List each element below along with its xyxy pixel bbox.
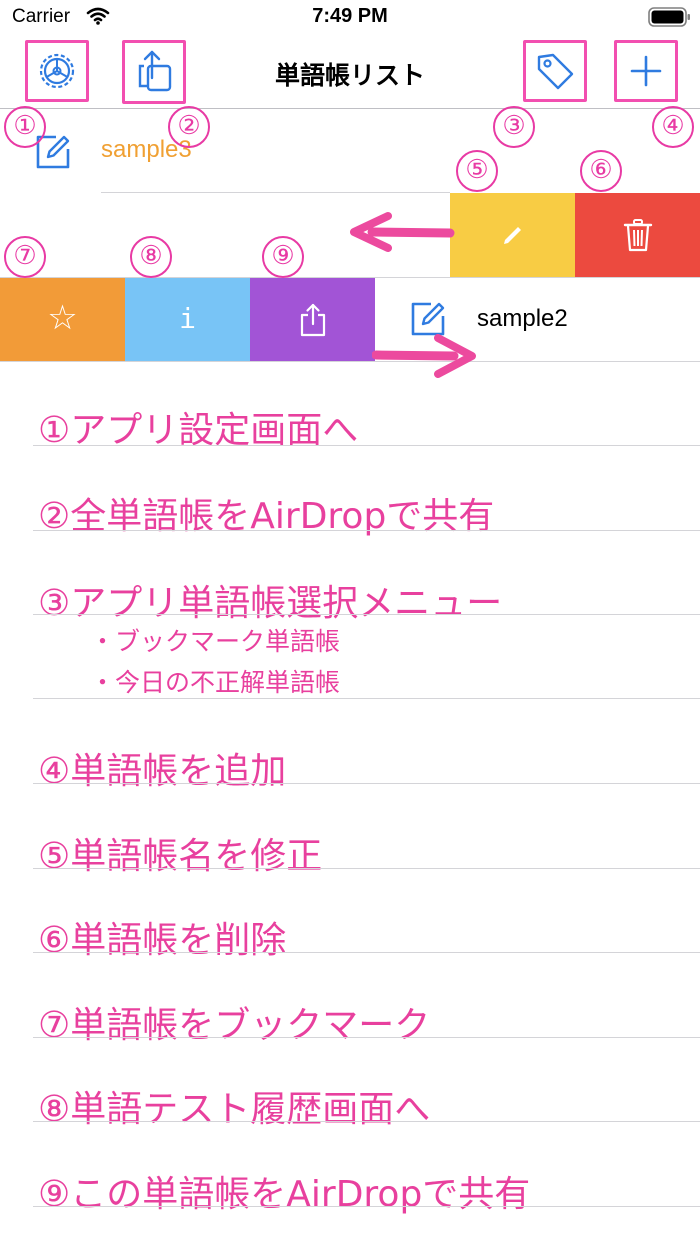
callout-6: ⑥ <box>580 150 622 192</box>
callout-2: ② <box>168 106 210 148</box>
edit-action-button[interactable] <box>450 193 575 277</box>
swipe-right-arrow-icon <box>371 332 477 384</box>
note-2: ②全単語帳をAirDropで共有 <box>38 496 495 537</box>
cell-title: sample2 <box>477 305 568 332</box>
note-9: ⑨この単語帳をAirDropで共有 <box>38 1174 531 1215</box>
note-5: ⑤単語帳名を修正 <box>38 836 323 877</box>
row-separator <box>101 192 450 193</box>
tag-menu-button[interactable] <box>523 40 587 102</box>
star-icon: ☆ <box>47 298 78 338</box>
share-action-button[interactable] <box>250 278 375 361</box>
callout-8: ⑧ <box>130 236 172 278</box>
info-icon: i <box>179 302 196 335</box>
row-separator <box>33 1206 700 1207</box>
swipe-left-arrow-icon <box>350 210 455 260</box>
delete-action-button[interactable] <box>575 193 700 277</box>
callout-4: ④ <box>652 106 694 148</box>
row-separator <box>0 361 700 362</box>
callout-3: ③ <box>493 106 535 148</box>
row-separator <box>33 445 700 446</box>
note-7: ⑦単語帳をブックマーク <box>38 1005 431 1046</box>
row-separator <box>33 1037 700 1038</box>
status-time: 7:49 PM <box>312 5 388 27</box>
sub-note-bookmark: ・ブックマーク単語帳 <box>90 627 341 656</box>
info-action-button[interactable]: i <box>125 278 250 361</box>
callout-5: ⑤ <box>456 150 498 192</box>
row-separator <box>33 868 700 869</box>
sub-note-today-wrong: ・今日の不正解単語帳 <box>90 668 341 697</box>
note-8: ⑧単語テスト履歴画面へ <box>38 1089 431 1130</box>
row-separator <box>33 783 700 784</box>
callout-1: ① <box>4 106 46 148</box>
row-separator <box>33 698 700 699</box>
row-separator <box>33 1121 700 1122</box>
battery-icon <box>648 6 692 32</box>
note-6: ⑥単語帳を削除 <box>38 920 287 961</box>
note-3: ③アプリ単語帳選択メニュー <box>38 583 503 624</box>
bookmark-action-button[interactable]: ☆ <box>0 278 125 361</box>
row-separator <box>33 530 700 531</box>
page-title: 単語帳リスト <box>274 62 425 90</box>
note-4: ④単語帳を追加 <box>38 751 287 792</box>
row-separator <box>33 614 700 615</box>
add-button[interactable] <box>614 40 678 102</box>
row-separator <box>33 952 700 953</box>
callout-7: ⑦ <box>4 236 46 278</box>
callout-9: ⑨ <box>262 236 304 278</box>
